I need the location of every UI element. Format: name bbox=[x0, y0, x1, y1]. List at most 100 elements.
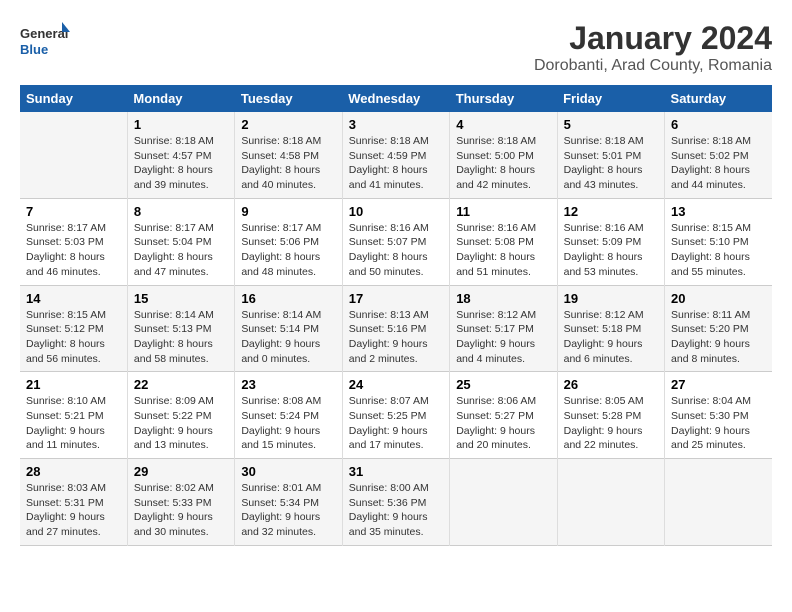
cell-content: Sunrise: 8:12 AMSunset: 5:18 PMDaylight:… bbox=[564, 309, 644, 365]
cell-content: Sunrise: 8:15 AMSunset: 5:12 PMDaylight:… bbox=[26, 309, 106, 365]
day-number: 6 bbox=[671, 117, 766, 132]
day-number: 11 bbox=[456, 204, 550, 219]
day-number: 31 bbox=[349, 464, 443, 479]
day-number: 8 bbox=[134, 204, 228, 219]
cell-1-0: 7 Sunrise: 8:17 AMSunset: 5:03 PMDayligh… bbox=[20, 198, 127, 285]
day-number: 2 bbox=[241, 117, 335, 132]
cell-content: Sunrise: 8:17 AMSunset: 5:03 PMDaylight:… bbox=[26, 222, 106, 278]
cell-content: Sunrise: 8:18 AMSunset: 4:59 PMDaylight:… bbox=[349, 135, 429, 191]
cell-content: Sunrise: 8:18 AMSunset: 4:57 PMDaylight:… bbox=[134, 135, 214, 191]
cell-3-3: 24 Sunrise: 8:07 AMSunset: 5:25 PMDaylig… bbox=[342, 372, 449, 459]
day-number: 25 bbox=[456, 377, 550, 392]
day-number: 10 bbox=[349, 204, 443, 219]
cell-4-3: 31 Sunrise: 8:00 AMSunset: 5:36 PMDaylig… bbox=[342, 459, 449, 546]
day-number: 13 bbox=[671, 204, 766, 219]
cell-4-0: 28 Sunrise: 8:03 AMSunset: 5:31 PMDaylig… bbox=[20, 459, 127, 546]
cell-content: Sunrise: 8:14 AMSunset: 5:14 PMDaylight:… bbox=[241, 309, 321, 365]
day-number: 27 bbox=[671, 377, 766, 392]
day-number: 19 bbox=[564, 291, 658, 306]
cell-content: Sunrise: 8:04 AMSunset: 5:30 PMDaylight:… bbox=[671, 395, 751, 451]
cell-3-0: 21 Sunrise: 8:10 AMSunset: 5:21 PMDaylig… bbox=[20, 372, 127, 459]
cell-4-2: 30 Sunrise: 8:01 AMSunset: 5:34 PMDaylig… bbox=[235, 459, 342, 546]
cell-content: Sunrise: 8:10 AMSunset: 5:21 PMDaylight:… bbox=[26, 395, 106, 451]
cell-0-3: 3 Sunrise: 8:18 AMSunset: 4:59 PMDayligh… bbox=[342, 112, 449, 198]
cell-2-2: 16 Sunrise: 8:14 AMSunset: 5:14 PMDaylig… bbox=[235, 285, 342, 372]
day-number: 20 bbox=[671, 291, 766, 306]
day-number: 29 bbox=[134, 464, 228, 479]
cell-content: Sunrise: 8:09 AMSunset: 5:22 PMDaylight:… bbox=[134, 395, 214, 451]
cell-content: Sunrise: 8:16 AMSunset: 5:07 PMDaylight:… bbox=[349, 222, 429, 278]
cell-0-1: 1 Sunrise: 8:18 AMSunset: 4:57 PMDayligh… bbox=[127, 112, 234, 198]
cell-content: Sunrise: 8:02 AMSunset: 5:33 PMDaylight:… bbox=[134, 482, 214, 538]
cell-1-4: 11 Sunrise: 8:16 AMSunset: 5:08 PMDaylig… bbox=[450, 198, 557, 285]
cell-2-0: 14 Sunrise: 8:15 AMSunset: 5:12 PMDaylig… bbox=[20, 285, 127, 372]
page-container: General Blue January 2024 Dorobanti, Ara… bbox=[20, 20, 772, 546]
week-row-3: 21 Sunrise: 8:10 AMSunset: 5:21 PMDaylig… bbox=[20, 372, 772, 459]
cell-content: Sunrise: 8:18 AMSunset: 4:58 PMDaylight:… bbox=[241, 135, 321, 191]
logo-svg: General Blue bbox=[20, 20, 70, 60]
cell-4-1: 29 Sunrise: 8:02 AMSunset: 5:33 PMDaylig… bbox=[127, 459, 234, 546]
day-number: 23 bbox=[241, 377, 335, 392]
cell-content: Sunrise: 8:05 AMSunset: 5:28 PMDaylight:… bbox=[564, 395, 644, 451]
cell-3-6: 27 Sunrise: 8:04 AMSunset: 5:30 PMDaylig… bbox=[665, 372, 772, 459]
cell-0-6: 6 Sunrise: 8:18 AMSunset: 5:02 PMDayligh… bbox=[665, 112, 772, 198]
day-number: 28 bbox=[26, 464, 121, 479]
cell-content: Sunrise: 8:00 AMSunset: 5:36 PMDaylight:… bbox=[349, 482, 429, 538]
day-number: 4 bbox=[456, 117, 550, 132]
header-row: Sunday Monday Tuesday Wednesday Thursday… bbox=[20, 85, 772, 112]
week-row-0: 1 Sunrise: 8:18 AMSunset: 4:57 PMDayligh… bbox=[20, 112, 772, 198]
day-number: 24 bbox=[349, 377, 443, 392]
cell-2-6: 20 Sunrise: 8:11 AMSunset: 5:20 PMDaylig… bbox=[665, 285, 772, 372]
col-friday: Friday bbox=[557, 85, 664, 112]
svg-text:General: General bbox=[20, 26, 68, 41]
col-saturday: Saturday bbox=[665, 85, 772, 112]
cell-content: Sunrise: 8:18 AMSunset: 5:02 PMDaylight:… bbox=[671, 135, 751, 191]
cell-2-5: 19 Sunrise: 8:12 AMSunset: 5:18 PMDaylig… bbox=[557, 285, 664, 372]
cell-content: Sunrise: 8:06 AMSunset: 5:27 PMDaylight:… bbox=[456, 395, 536, 451]
day-number: 18 bbox=[456, 291, 550, 306]
cell-0-2: 2 Sunrise: 8:18 AMSunset: 4:58 PMDayligh… bbox=[235, 112, 342, 198]
page-title: January 2024 bbox=[534, 20, 772, 57]
day-number: 14 bbox=[26, 291, 121, 306]
cell-content: Sunrise: 8:16 AMSunset: 5:08 PMDaylight:… bbox=[456, 222, 536, 278]
cell-0-4: 4 Sunrise: 8:18 AMSunset: 5:00 PMDayligh… bbox=[450, 112, 557, 198]
cell-2-1: 15 Sunrise: 8:14 AMSunset: 5:13 PMDaylig… bbox=[127, 285, 234, 372]
day-number: 17 bbox=[349, 291, 443, 306]
day-number: 15 bbox=[134, 291, 228, 306]
cell-1-2: 9 Sunrise: 8:17 AMSunset: 5:06 PMDayligh… bbox=[235, 198, 342, 285]
cell-4-5 bbox=[557, 459, 664, 546]
col-tuesday: Tuesday bbox=[235, 85, 342, 112]
cell-content: Sunrise: 8:18 AMSunset: 5:01 PMDaylight:… bbox=[564, 135, 644, 191]
week-row-4: 28 Sunrise: 8:03 AMSunset: 5:31 PMDaylig… bbox=[20, 459, 772, 546]
cell-content: Sunrise: 8:08 AMSunset: 5:24 PMDaylight:… bbox=[241, 395, 321, 451]
calendar-table: Sunday Monday Tuesday Wednesday Thursday… bbox=[20, 85, 772, 546]
cell-3-4: 25 Sunrise: 8:06 AMSunset: 5:27 PMDaylig… bbox=[450, 372, 557, 459]
cell-4-4 bbox=[450, 459, 557, 546]
day-number: 7 bbox=[26, 204, 121, 219]
cell-content: Sunrise: 8:17 AMSunset: 5:06 PMDaylight:… bbox=[241, 222, 321, 278]
cell-1-6: 13 Sunrise: 8:15 AMSunset: 5:10 PMDaylig… bbox=[665, 198, 772, 285]
day-number: 26 bbox=[564, 377, 658, 392]
cell-1-5: 12 Sunrise: 8:16 AMSunset: 5:09 PMDaylig… bbox=[557, 198, 664, 285]
cell-0-0 bbox=[20, 112, 127, 198]
cell-content: Sunrise: 8:11 AMSunset: 5:20 PMDaylight:… bbox=[671, 309, 750, 365]
col-thursday: Thursday bbox=[450, 85, 557, 112]
cell-4-6 bbox=[665, 459, 772, 546]
svg-text:Blue: Blue bbox=[20, 42, 48, 57]
day-number: 5 bbox=[564, 117, 658, 132]
week-row-2: 14 Sunrise: 8:15 AMSunset: 5:12 PMDaylig… bbox=[20, 285, 772, 372]
cell-content: Sunrise: 8:13 AMSunset: 5:16 PMDaylight:… bbox=[349, 309, 429, 365]
week-row-1: 7 Sunrise: 8:17 AMSunset: 5:03 PMDayligh… bbox=[20, 198, 772, 285]
col-wednesday: Wednesday bbox=[342, 85, 449, 112]
cell-content: Sunrise: 8:17 AMSunset: 5:04 PMDaylight:… bbox=[134, 222, 214, 278]
title-section: January 2024 Dorobanti, Arad County, Rom… bbox=[534, 20, 772, 75]
cell-content: Sunrise: 8:16 AMSunset: 5:09 PMDaylight:… bbox=[564, 222, 644, 278]
cell-content: Sunrise: 8:15 AMSunset: 5:10 PMDaylight:… bbox=[671, 222, 751, 278]
cell-content: Sunrise: 8:03 AMSunset: 5:31 PMDaylight:… bbox=[26, 482, 106, 538]
logo: General Blue bbox=[20, 20, 70, 60]
col-sunday: Sunday bbox=[20, 85, 127, 112]
cell-content: Sunrise: 8:12 AMSunset: 5:17 PMDaylight:… bbox=[456, 309, 536, 365]
cell-content: Sunrise: 8:14 AMSunset: 5:13 PMDaylight:… bbox=[134, 309, 214, 365]
page-subtitle: Dorobanti, Arad County, Romania bbox=[534, 57, 772, 75]
col-monday: Monday bbox=[127, 85, 234, 112]
